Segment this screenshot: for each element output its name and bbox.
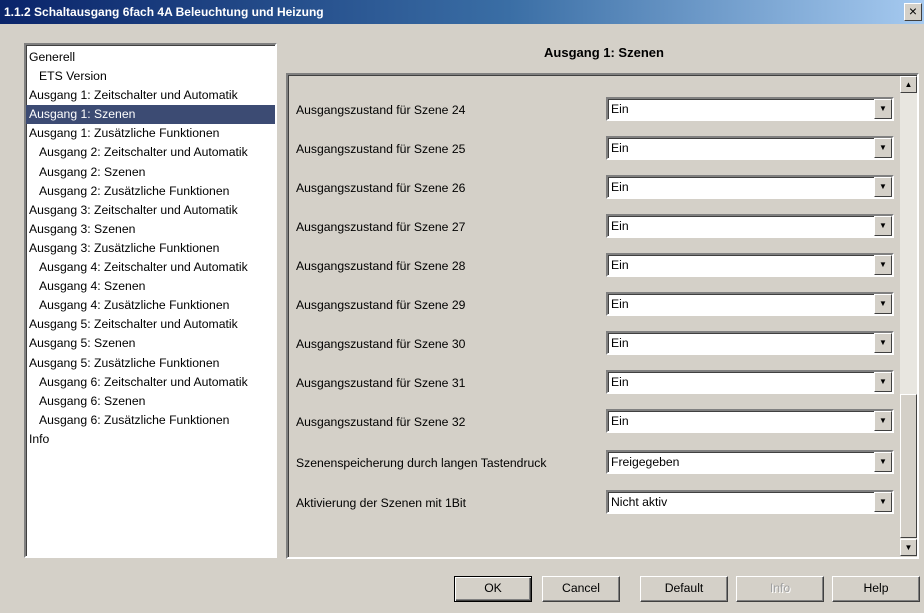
parameter-row: Ausgangszustand für Szene 30 Ein ▼ [296,331,894,357]
parameter-dropdown[interactable]: Nicht aktiv ▼ [606,490,894,514]
chevron-down-icon[interactable]: ▼ [874,333,892,353]
dropdown-value: Ein [611,414,629,428]
parameter-row: Szenenspeicherung durch langen Tastendru… [296,450,894,476]
parameter-dropdown[interactable]: Ein ▼ [606,253,894,277]
tree-item[interactable]: Ausgang 4: Szenen [26,277,275,296]
chevron-down-icon[interactable]: ▼ [874,411,892,431]
scroll-down-icon[interactable]: ▼ [900,539,917,556]
dropdown-value: Ein [611,375,629,389]
parameter-dropdown[interactable]: Ein ▼ [606,214,894,238]
tree-item[interactable]: Ausgang 4: Zeitschalter und Automatik [26,258,275,277]
window-titlebar: 1.1.2 Schaltausgang 6fach 4A Beleuchtung… [0,0,924,24]
dropdown-value: Ein [611,258,629,272]
dropdown-value: Ein [611,141,629,155]
parameter-label: Szenenspeicherung durch langen Tastendru… [296,456,547,470]
parameter-dropdown[interactable]: Freigegeben ▼ [606,450,894,474]
parameter-row: Ausgangszustand für Szene 28 Ein ▼ [296,253,894,279]
tree-item[interactable]: Ausgang 1: Zeitschalter und Automatik [26,86,275,105]
chevron-down-icon[interactable]: ▼ [874,99,892,119]
tree-item[interactable]: ETS Version [26,67,275,86]
tree-item[interactable]: Ausgang 2: Zusätzliche Funktionen [26,182,275,201]
parameter-row: Ausgangszustand für Szene 25 Ein ▼ [296,136,894,162]
parameter-row: Ausgangszustand für Szene 31 Ein ▼ [296,370,894,396]
parameter-label: Ausgangszustand für Szene 28 [296,259,466,273]
parameter-label: Aktivierung der Szenen mit 1Bit [296,496,467,510]
tree-item[interactable]: Ausgang 4: Zusätzliche Funktionen [26,296,275,315]
parameter-tree[interactable]: Generell ETS Version Ausgang 1: Zeitschalt… [24,43,277,558]
dropdown-value: Ein [611,102,629,116]
ok-button[interactable]: OK [454,576,532,602]
parameter-dropdown[interactable]: Ein ▼ [606,292,894,316]
tree-item[interactable]: Ausgang 3: Zusätzliche Funktionen [26,239,275,258]
tree-item[interactable]: Ausgang 5: Zusätzliche Funktionen [26,354,275,373]
chevron-down-icon[interactable]: ▼ [874,138,892,158]
parameter-dropdown[interactable]: Ein ▼ [606,175,894,199]
parameter-row: Ausgangszustand für Szene 29 Ein ▼ [296,292,894,318]
dropdown-value: Nicht aktiv [611,495,668,509]
tree-item[interactable]: Ausgang 6: Szenen [26,392,275,411]
parameter-dropdown[interactable]: Ein ▼ [606,331,894,355]
parameter-label: Ausgangszustand für Szene 30 [296,337,466,351]
tree-item[interactable]: Ausgang 3: Szenen [26,220,275,239]
chevron-down-icon[interactable]: ▼ [874,216,892,236]
tree-item[interactable]: Ausgang 2: Szenen [26,163,275,182]
parameter-row: Ausgangszustand für Szene 24 Ein ▼ [296,97,894,123]
help-button[interactable]: Help [832,576,920,602]
tree-item[interactable]: Ausgang 6: Zeitschalter und Automatik [26,373,275,392]
parameter-label: Ausgangszustand für Szene 32 [296,415,466,429]
panel-title: Ausgang 1: Szenen [544,45,664,60]
parameter-label: Ausgangszustand für Szene 25 [296,142,466,156]
parameter-row: Ausgangszustand für Szene 27 Ein ▼ [296,214,894,240]
dropdown-value: Ein [611,219,629,233]
parameter-label: Ausgangszustand für Szene 27 [296,220,466,234]
parameter-row: Ausgangszustand für Szene 32 Ein ▼ [296,409,894,435]
default-button[interactable]: Default [640,576,728,602]
chevron-down-icon[interactable]: ▼ [874,294,892,314]
close-icon[interactable]: × [904,3,922,21]
parameter-dropdown[interactable]: Ein ▼ [606,97,894,121]
tree-item[interactable]: Ausgang 2: Zeitschalter und Automatik [26,143,275,162]
parameter-dropdown[interactable]: Ein ▼ [606,136,894,160]
chevron-down-icon[interactable]: ▼ [874,372,892,392]
parameter-label: Ausgangszustand für Szene 31 [296,376,466,390]
parameter-panel: ▲ ▼ Ausgangszustand für Szene 24 Ein ▼ Ausg… [286,73,919,559]
vertical-scrollbar[interactable]: ▲ ▼ [900,76,917,556]
info-button[interactable]: Info [736,576,824,602]
scroll-thumb[interactable] [900,394,917,538]
window-title: 1.1.2 Schaltausgang 6fach 4A Beleuchtung… [4,5,324,19]
tree-item[interactable]: Generell [26,48,275,67]
tree-item[interactable]: Info [26,430,275,449]
chevron-down-icon[interactable]: ▼ [874,452,892,472]
parameter-label: Ausgangszustand für Szene 24 [296,103,466,117]
parameter-row: Ausgangszustand für Szene 26 Ein ▼ [296,175,894,201]
chevron-down-icon[interactable]: ▼ [874,492,892,512]
dropdown-value: Ein [611,297,629,311]
dropdown-value: Ein [611,180,629,194]
parameter-row: Aktivierung der Szenen mit 1Bit Nicht akt… [296,490,894,516]
tree-item[interactable]: Ausgang 1: Zusätzliche Funktionen [26,124,275,143]
parameter-dropdown[interactable]: Ein ▼ [606,370,894,394]
tree-item[interactable]: Ausgang 5: Szenen [26,334,275,353]
tree-item[interactable]: Ausgang 1: Szenen [26,105,275,125]
chevron-down-icon[interactable]: ▼ [874,255,892,275]
parameter-label: Ausgangszustand für Szene 26 [296,181,466,195]
parameter-label: Ausgangszustand für Szene 29 [296,298,466,312]
scroll-up-icon[interactable]: ▲ [900,76,917,93]
parameter-dropdown[interactable]: Ein ▼ [606,409,894,433]
tree-item[interactable]: Ausgang 6: Zusätzliche Funktionen [26,411,275,430]
tree-item[interactable]: Ausgang 3: Zeitschalter und Automatik [26,201,275,220]
dropdown-value: Ein [611,336,629,350]
cancel-button[interactable]: Cancel [542,576,620,602]
dropdown-value: Freigegeben [611,455,680,469]
chevron-down-icon[interactable]: ▼ [874,177,892,197]
tree-item[interactable]: Ausgang 5: Zeitschalter und Automatik [26,315,275,334]
